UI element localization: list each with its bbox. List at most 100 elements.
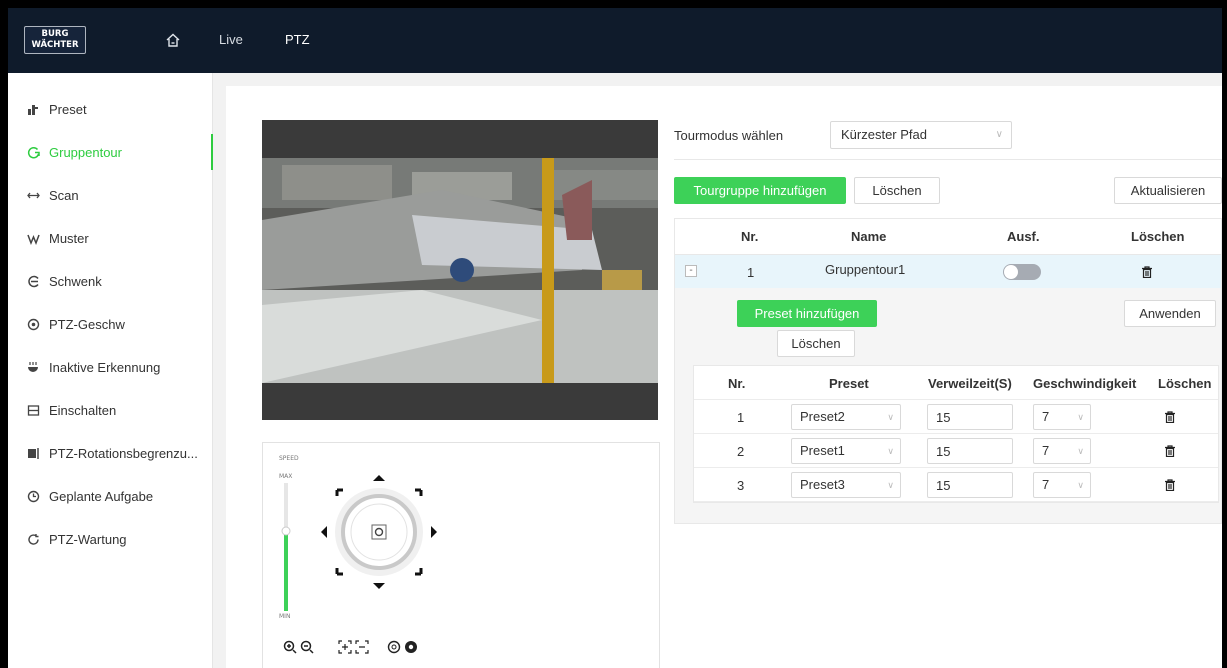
preset-value: Preset1 (800, 443, 845, 458)
sidebar-item-scan[interactable]: Scan (8, 177, 213, 213)
apply-button[interactable]: Anwenden (1124, 300, 1216, 327)
dwell-input[interactable] (927, 472, 1013, 498)
preset-value: Preset3 (800, 477, 845, 492)
row-name: Gruppentour1 (825, 262, 906, 277)
nav-live[interactable]: Live (219, 32, 243, 47)
refresh-button[interactable]: Aktualisieren (1114, 177, 1222, 204)
sidebar-item-einschalten[interactable]: Einschalten (8, 392, 213, 428)
preset-select[interactable]: Preset2 ∨ (791, 404, 901, 430)
focus-near-icon[interactable] (338, 640, 352, 654)
pan-icon (26, 274, 40, 288)
zoom-out-icon[interactable] (300, 640, 314, 654)
col-exec: Ausf. (1007, 229, 1040, 244)
speed-min-label: MIN (279, 613, 291, 620)
app-window: BURG WÄCHTER Live PTZ Preset Gruppentour (8, 8, 1222, 668)
preset-nr: 1 (737, 410, 745, 425)
dwell-input[interactable] (927, 438, 1013, 464)
home-icon[interactable] (165, 32, 181, 48)
zoom-in-icon[interactable] (283, 640, 297, 654)
focus-far-icon[interactable] (355, 640, 369, 654)
row-nr: 1 (747, 265, 755, 280)
speed-label: SPEED (279, 455, 299, 462)
preset-select[interactable]: Preset1 ∨ (791, 438, 901, 464)
sidebar-item-label: Preset (49, 101, 87, 117)
table-row[interactable]: - 1 Gruppentour1 (675, 255, 1221, 288)
tour-mode-select[interactable]: Kürzester Pfad ∨ (830, 121, 1012, 149)
chevron-down-icon: ∨ (1077, 446, 1084, 456)
speed-value: 7 (1042, 409, 1050, 424)
sidebar-item-label: PTZ-Wartung (49, 531, 127, 547)
preset-icon (26, 102, 40, 116)
speed-value: 7 (1042, 477, 1050, 492)
nav-ptz[interactable]: PTZ (285, 32, 310, 47)
delete-preset-button[interactable]: Löschen (777, 330, 855, 357)
col-nr: Nr. (728, 376, 746, 391)
add-tour-group-button[interactable]: Tourgruppe hinzufügen (674, 177, 846, 204)
video-preview[interactable] (262, 120, 658, 420)
preset-value: Preset2 (800, 409, 845, 424)
sidebar-item-preset[interactable]: Preset (8, 91, 213, 127)
sidebar-item-inaktive-erkennung[interactable]: Inaktive Erkennung (8, 349, 213, 385)
col-delete: Löschen (1131, 229, 1185, 244)
sidebar-item-label: Inaktive Erkennung (49, 359, 161, 375)
speed-select[interactable]: 7 ∨ (1033, 404, 1091, 430)
table-header: Nr. Name Ausf. Löschen (675, 219, 1221, 255)
preset-select[interactable]: Preset3 ∨ (791, 472, 901, 498)
speed-select[interactable]: 7 ∨ (1033, 472, 1091, 498)
col-preset: Preset (829, 376, 869, 391)
ptz-joystick[interactable] (319, 469, 439, 595)
sidebar-item-label: Geplante Aufgabe (49, 488, 154, 504)
tour-group-table: Nr. Name Ausf. Löschen - 1 Gruppentour1 (674, 218, 1222, 524)
chevron-down-icon: ∨ (1077, 480, 1084, 490)
trash-icon[interactable] (1164, 445, 1176, 457)
top-bar: BURG WÄCHTER Live PTZ (8, 8, 1222, 73)
sidebar-item-gruppentour[interactable]: Gruppentour (8, 134, 213, 170)
sidebar-item-label: Schwenk (49, 273, 102, 289)
ptz-control-panel: SPEED MAX MIN (262, 442, 660, 668)
speed-max-label: MAX (279, 473, 293, 480)
preset-table: Nr. Preset Verweilzeit(S) Geschwindigkei… (693, 365, 1219, 503)
chevron-down-icon: ∨ (887, 446, 894, 456)
preset-nr: 3 (737, 478, 745, 493)
sidebar-item-ptz-wartung[interactable]: PTZ-Wartung (8, 521, 213, 557)
sidebar-item-label: Muster (49, 230, 89, 246)
collapse-icon[interactable]: - (685, 265, 697, 277)
speed-slider[interactable] (281, 483, 291, 611)
dwell-input[interactable] (927, 404, 1013, 430)
trash-icon[interactable] (1141, 266, 1153, 278)
sidebar-item-geplante-aufgabe[interactable]: Geplante Aufgabe (8, 478, 213, 514)
preset-table-header: Nr. Preset Verweilzeit(S) Geschwindigkei… (694, 366, 1218, 400)
limit-icon (26, 446, 40, 460)
iris-close-icon[interactable] (404, 640, 418, 654)
sidebar-item-label: PTZ-Geschw (49, 316, 125, 332)
col-dwell: Verweilzeit(S) (928, 376, 1012, 391)
sidebar-item-label: Gruppentour (49, 144, 122, 160)
table-row: 1 Preset2 ∨ 7 ∨ (694, 400, 1218, 434)
chevron-down-icon: ∨ (995, 129, 1003, 140)
content-area: SPEED MAX MIN Tourmodus wählen Kürzester… (213, 73, 1222, 668)
trash-icon[interactable] (1164, 479, 1176, 491)
logo-text-1: BURG (41, 29, 69, 39)
tour-mode-label: Tourmodus wählen (674, 128, 784, 143)
speed-select[interactable]: 7 ∨ (1033, 438, 1091, 464)
idle-icon (26, 360, 40, 374)
tour-mode-value: Kürzester Pfad (841, 127, 927, 142)
sidebar-item-label: PTZ-Rotationsbegrenzu... (49, 445, 198, 461)
toggle-knob (1004, 265, 1018, 279)
delete-tour-group-button[interactable]: Löschen (854, 177, 940, 204)
exec-toggle[interactable] (1003, 264, 1041, 280)
pattern-icon (26, 231, 40, 245)
preset-nr: 2 (737, 444, 745, 459)
col-delete: Löschen (1158, 376, 1212, 391)
logo-text-2: WÄCHTER (31, 40, 79, 50)
main-panel: SPEED MAX MIN Tourmodus wählen Kürzester… (226, 86, 1222, 668)
sidebar-item-muster[interactable]: Muster (8, 220, 213, 256)
col-name: Name (851, 229, 887, 244)
trash-icon[interactable] (1164, 411, 1176, 423)
sidebar-item-ptz-rotationsbegrenzung[interactable]: PTZ-Rotationsbegrenzu... (8, 435, 213, 471)
add-preset-button[interactable]: Preset hinzufügen (737, 300, 877, 327)
clock-icon (26, 489, 40, 503)
sidebar-item-schwenk[interactable]: Schwenk (8, 263, 213, 299)
iris-open-icon[interactable] (387, 640, 401, 654)
sidebar-item-ptz-geschw[interactable]: PTZ-Geschw (8, 306, 213, 342)
